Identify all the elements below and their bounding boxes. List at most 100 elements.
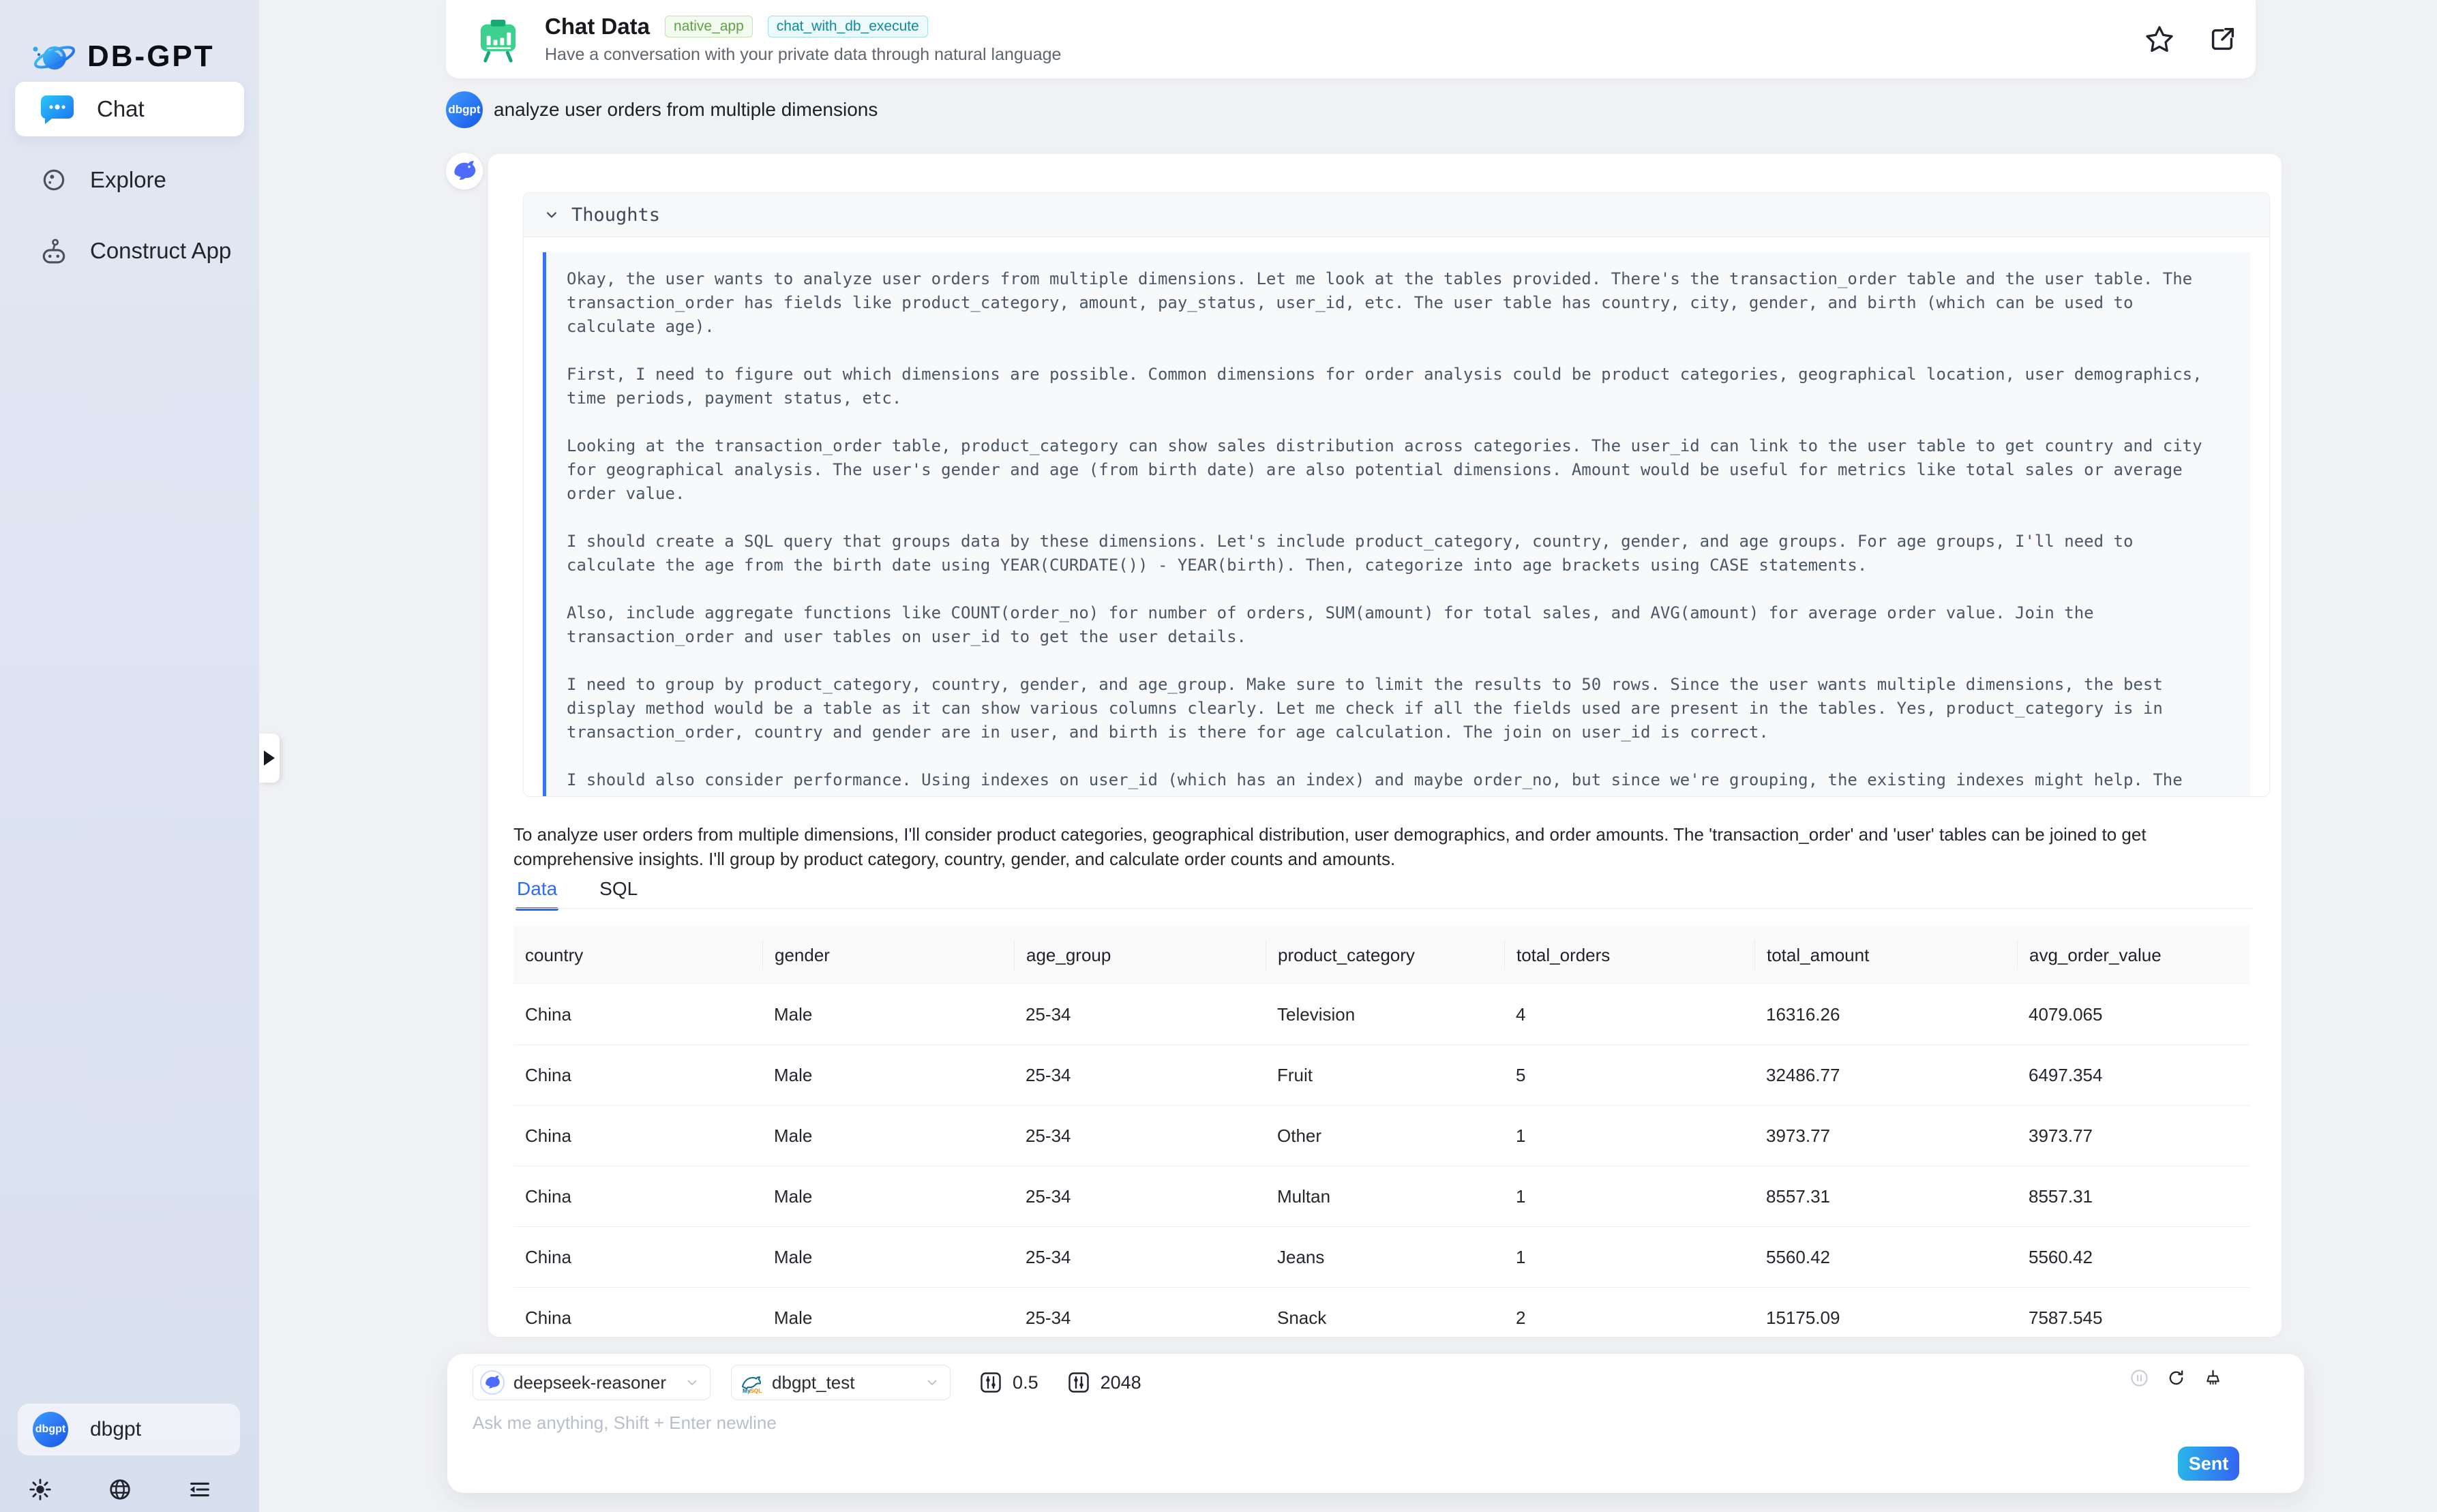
- table-cell: 16316.26: [1754, 1004, 2017, 1025]
- table-cell: Male: [762, 1004, 1014, 1025]
- assistant-response-card: Thoughts Okay, the user wants to analyze…: [488, 154, 2282, 1337]
- language-globe-icon[interactable]: [107, 1477, 133, 1502]
- model-select[interactable]: deepseek-reasoner: [473, 1365, 711, 1400]
- badge-native-app: native_app: [665, 16, 753, 37]
- chevron-down-icon: [543, 206, 560, 224]
- user-name: dbgpt: [90, 1418, 141, 1441]
- user-message-row: dbgpt analyze user orders from multiple …: [446, 91, 878, 128]
- table-cell: 1: [1504, 1186, 1754, 1207]
- tab-data[interactable]: Data: [517, 878, 557, 900]
- app-board-icon: [473, 14, 524, 65]
- thoughts-panel: Thoughts Okay, the user wants to analyze…: [523, 192, 2270, 797]
- table-cell: Jeans: [1266, 1247, 1504, 1268]
- table-header-row: countrygenderage_groupproduct_categoryto…: [513, 926, 2250, 984]
- table-cell: 8557.31: [1754, 1186, 2017, 1207]
- sidebar-item-label: Explore: [90, 167, 166, 193]
- response-summary: To analyze user orders from multiple dim…: [513, 822, 2256, 871]
- max-tokens-control[interactable]: 2048: [1067, 1371, 1141, 1394]
- planet-logo-icon: [30, 33, 78, 80]
- database-select[interactable]: My SQL dbgpt_test: [731, 1365, 951, 1400]
- table-header-cell: total_amount: [1754, 940, 2017, 970]
- thought-paragraph: First, I need to figure out which dimens…: [567, 363, 2230, 410]
- share-icon[interactable]: [2207, 24, 2238, 55]
- pause-icon[interactable]: [2130, 1369, 2149, 1387]
- table-cell: China: [513, 1125, 762, 1147]
- collapse-sidebar-icon[interactable]: [187, 1477, 213, 1502]
- header-title-block: Chat Data native_app chat_with_db_execut…: [545, 14, 1061, 65]
- table-cell: China: [513, 1307, 762, 1329]
- max-tokens-value: 2048: [1101, 1372, 1141, 1393]
- table-row: ChinaMale25-34Multan18557.318557.31: [513, 1166, 2250, 1227]
- sidebar-footer-icons: [0, 1477, 240, 1502]
- table-row: ChinaMale25-34Fruit532486.776497.354: [513, 1045, 2250, 1106]
- table-cell: 1: [1504, 1125, 1754, 1147]
- table-cell: Male: [762, 1125, 1014, 1147]
- table-cell: 25-34: [1014, 1125, 1266, 1147]
- assistant-avatar: [446, 153, 483, 190]
- table-cell: 6497.354: [2017, 1065, 2250, 1086]
- table-cell: 4079.065: [2017, 1004, 2250, 1025]
- table-cell: 5560.42: [2017, 1247, 2250, 1268]
- table-row: ChinaMale25-34Television416316.264079.06…: [513, 984, 2250, 1045]
- refresh-icon[interactable]: [2167, 1369, 2185, 1387]
- result-table: countrygenderage_groupproduct_categoryto…: [513, 926, 2250, 1337]
- table-cell: 3973.77: [1754, 1125, 2017, 1147]
- table-header-cell: country: [513, 940, 762, 970]
- page-title: Chat Data: [545, 14, 650, 40]
- sidebar-item-construct-app[interactable]: Construct App: [15, 224, 244, 278]
- tab-divider: [513, 908, 2253, 909]
- user-message-text: analyze user orders from multiple dimens…: [494, 99, 878, 121]
- thoughts-toggle[interactable]: Thoughts: [524, 193, 2269, 237]
- sidebar-item-label: Chat: [97, 96, 145, 122]
- table-cell: 25-34: [1014, 1004, 1266, 1025]
- tune-icon: [1067, 1371, 1090, 1394]
- table-cell: Fruit: [1266, 1065, 1504, 1086]
- sidebar-item-explore[interactable]: Explore: [15, 153, 244, 207]
- sidebar-item-chat[interactable]: Chat: [15, 82, 244, 136]
- logo-text: DB-GPT: [87, 40, 215, 74]
- tab-sql[interactable]: SQL: [599, 878, 638, 900]
- app-logo: DB-GPT: [0, 0, 259, 80]
- table-cell: 25-34: [1014, 1307, 1266, 1329]
- table-cell: Television: [1266, 1004, 1504, 1025]
- table-header-cell: product_category: [1266, 940, 1504, 970]
- model-avatar: [480, 1370, 505, 1395]
- app-subtitle: Have a conversation with your private da…: [545, 45, 1061, 65]
- table-cell: 1: [1504, 1247, 1754, 1268]
- star-icon[interactable]: [2144, 24, 2175, 55]
- table-cell: Multan: [1266, 1186, 1504, 1207]
- clear-icon[interactable]: [2204, 1369, 2222, 1387]
- chat-bubble-icon: [40, 94, 75, 124]
- mysql-icon: My SQL: [738, 1370, 763, 1395]
- temperature-control[interactable]: 0.5: [979, 1371, 1038, 1394]
- send-button[interactable]: Sent: [2178, 1447, 2239, 1481]
- table-cell: 5: [1504, 1065, 1754, 1086]
- table-cell: 15175.09: [1754, 1307, 2017, 1329]
- composer-panel: deepseek-reasoner My SQL dbgpt_test: [447, 1354, 2304, 1493]
- thought-paragraph: Okay, the user wants to analyze user ord…: [567, 267, 2230, 339]
- result-tabs: Data SQL: [517, 878, 638, 900]
- user-chip[interactable]: dbgpt dbgpt: [18, 1404, 240, 1455]
- table-cell: 25-34: [1014, 1065, 1266, 1086]
- table-row: ChinaMale25-34Other13973.773973.77: [513, 1106, 2250, 1166]
- table-header-cell: total_orders: [1504, 940, 1754, 970]
- table-cell: 25-34: [1014, 1247, 1266, 1268]
- thought-paragraph: Looking at the transaction_order table, …: [567, 434, 2230, 506]
- table-header-cell: age_group: [1014, 940, 1266, 970]
- table-cell: 5560.42: [1754, 1247, 2017, 1268]
- header-actions: [2144, 24, 2242, 55]
- chevron-down-icon: [684, 1374, 700, 1391]
- thought-paragraph: I should create a SQL query that groups …: [567, 530, 2230, 577]
- theme-sun-icon[interactable]: [27, 1477, 53, 1502]
- table-cell: Male: [762, 1065, 1014, 1086]
- user-message-avatar: dbgpt: [446, 91, 483, 128]
- explore-icon: [40, 166, 68, 194]
- table-header-cell: avg_order_value: [2017, 940, 2250, 970]
- thoughts-title: Thoughts: [571, 205, 660, 226]
- thought-paragraph: I should also consider performance. Usin…: [567, 768, 2230, 797]
- table-cell: 32486.77: [1754, 1065, 2017, 1086]
- message-input[interactable]: Ask me anything, Shift + Enter newline: [473, 1412, 777, 1434]
- thought-paragraph: I need to group by product_category, cou…: [567, 673, 2230, 744]
- app-root: DB-GPT Chat Explore: [0, 0, 2437, 1512]
- chevron-down-icon: [924, 1374, 940, 1391]
